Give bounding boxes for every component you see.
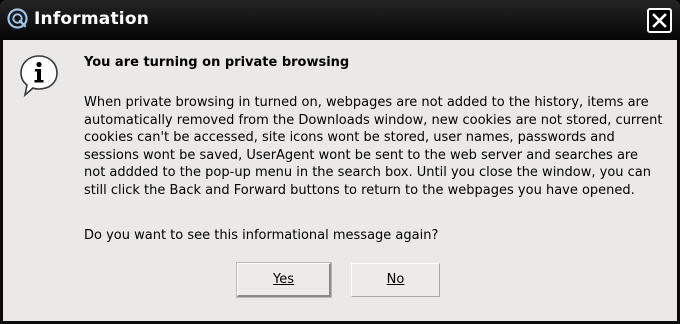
- message-line: When private browsing in turned on, webp…: [84, 95, 649, 110]
- message-line: automatically removed from the Downloads…: [84, 112, 663, 128]
- window-title: Information: [34, 9, 150, 29]
- message-line: cookies can't be accessed, site icons wo…: [84, 130, 615, 146]
- yes-button[interactable]: Yes: [236, 262, 332, 298]
- app-logo-icon: [7, 8, 28, 29]
- message-line: still click the Back and Forward buttons…: [84, 182, 635, 198]
- title-bar[interactable]: Information: [0, 0, 680, 40]
- dialog-heading: You are turning on private browsing: [84, 55, 350, 70]
- dialog-content: You are turning on private browsing When…: [3, 40, 677, 321]
- information-icon: [19, 54, 59, 98]
- dialog-question: Do you want to see this informational me…: [84, 228, 439, 243]
- message-line: sessions wont be saved, UserAgent wont b…: [84, 147, 638, 163]
- close-icon: [652, 13, 667, 28]
- close-button[interactable]: [647, 8, 672, 33]
- information-dialog: Information You are turning on private b…: [0, 0, 680, 324]
- no-button[interactable]: No: [351, 263, 440, 297]
- dialog-message: When private browsing in turned on, webp…: [84, 94, 664, 200]
- message-line: not addded to the pop-up menu in the sea…: [84, 165, 652, 181]
